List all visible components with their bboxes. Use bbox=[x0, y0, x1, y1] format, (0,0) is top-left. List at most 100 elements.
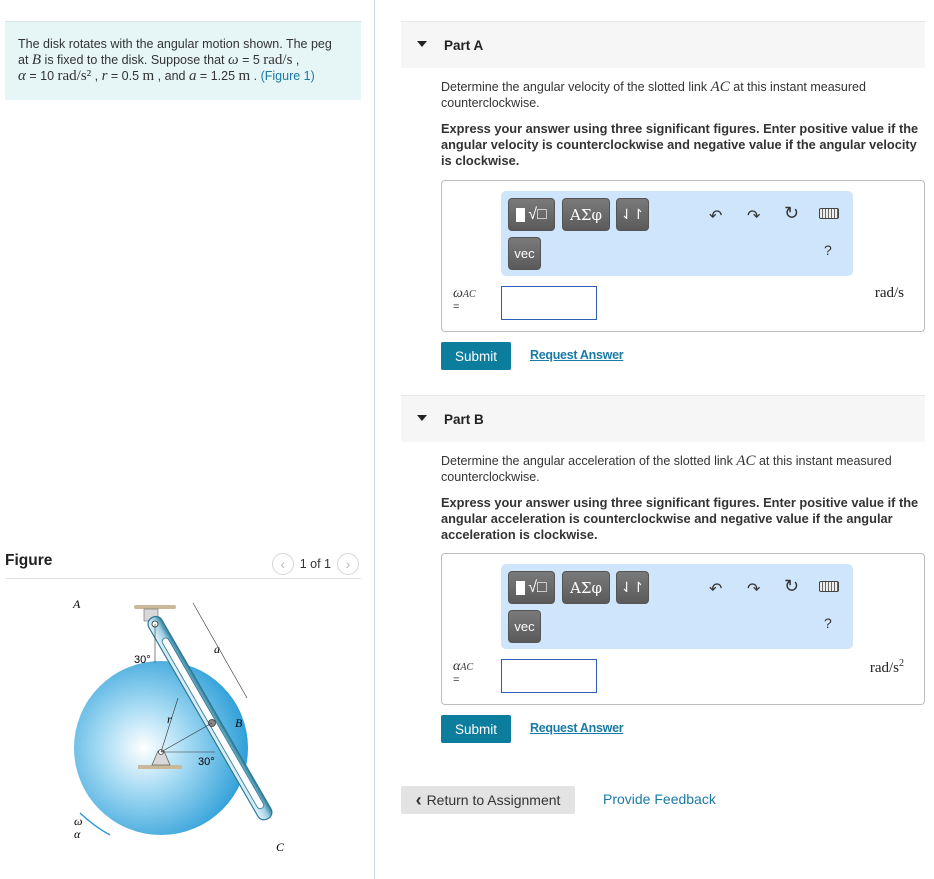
label-B: B bbox=[235, 716, 243, 730]
figure-header: Figure ‹ 1 of 1 › bbox=[5, 549, 361, 579]
return-label: Return to Assignment bbox=[426, 792, 561, 808]
collapse-triangle-icon bbox=[417, 415, 427, 421]
problem-text: , bbox=[292, 53, 300, 67]
root-icon: √□ bbox=[528, 205, 547, 223]
pager-text: 1 of 1 bbox=[299, 557, 331, 571]
greek-symbols-button[interactable]: ΑΣφ bbox=[562, 571, 610, 604]
part-b-header[interactable]: Part B bbox=[401, 395, 925, 442]
math-toolbar: √□ ΑΣφ ⇃↾ vec ↶ ↷ ↻ ? bbox=[501, 191, 853, 276]
problem-text: , and bbox=[154, 69, 189, 83]
answer-variable-label: ωAC = bbox=[453, 286, 476, 314]
problem-text: . bbox=[250, 69, 261, 83]
help-icon[interactable]: ? bbox=[824, 242, 832, 258]
part-a-request-answer-link[interactable]: Request Answer bbox=[530, 348, 624, 362]
part-b-instruction: Express your answer using three signific… bbox=[441, 495, 919, 542]
label-omega: ω bbox=[74, 814, 82, 828]
label-r: r bbox=[167, 712, 172, 726]
part-b-question: Determine the angular acceleration of th… bbox=[441, 453, 921, 485]
figure-link[interactable]: (Figure 1) bbox=[261, 69, 315, 83]
omega-value: = 5 bbox=[238, 53, 264, 67]
math-var-alpha: α bbox=[18, 68, 26, 84]
part-a-instruction: Express your answer using three signific… bbox=[441, 121, 919, 168]
part-a-question: Determine the angular velocity of the sl… bbox=[441, 79, 921, 111]
templates-button[interactable]: √□ bbox=[508, 571, 555, 604]
answer-variable-label: αAC = bbox=[453, 660, 474, 687]
r-value: = 0.5 bbox=[107, 69, 143, 83]
var-subscript: AC bbox=[460, 662, 474, 673]
r-unit: m bbox=[142, 68, 155, 84]
omega-unit: rad/s bbox=[263, 52, 293, 68]
equals-sign: = bbox=[453, 301, 460, 313]
problem-text: at bbox=[18, 53, 32, 67]
prev-figure-button[interactable]: ‹ bbox=[271, 553, 294, 575]
problem-text: The disk rotates with the angular motion… bbox=[18, 37, 332, 51]
question-text: Determine the angular acceleration of th… bbox=[441, 454, 737, 468]
undo-icon[interactable]: ↶ bbox=[709, 579, 722, 599]
equals-sign: = bbox=[453, 674, 460, 686]
alpha-unit: rad/s² bbox=[57, 68, 92, 84]
chevron-left-icon: ‹ bbox=[280, 556, 286, 572]
var-symbol: ω bbox=[453, 286, 463, 301]
math-toolbar: √□ ΑΣφ ⇃↾ vec ↶ ↷ ↻ ? bbox=[501, 564, 853, 649]
unit-exponent: 2 bbox=[899, 658, 904, 669]
problem-statement: The disk rotates with the angular motion… bbox=[5, 21, 361, 100]
part-a-header[interactable]: Part A bbox=[401, 21, 925, 68]
problem-text: is fixed to the disk. Suppose that bbox=[41, 53, 228, 67]
redo-icon[interactable]: ↷ bbox=[747, 206, 760, 226]
help-icon[interactable]: ? bbox=[824, 615, 832, 631]
part-a-title: Part A bbox=[444, 38, 484, 53]
part-a-answer-input[interactable] bbox=[501, 286, 597, 320]
arrows-button[interactable]: ⇃↾ bbox=[616, 571, 649, 604]
part-b-submit-button[interactable]: Submit bbox=[441, 715, 511, 743]
root-icon: √□ bbox=[528, 578, 547, 596]
part-b-answer-input[interactable] bbox=[501, 659, 597, 693]
math-var-omega: ω bbox=[228, 52, 239, 68]
label-A: A bbox=[72, 597, 81, 611]
redo-icon[interactable]: ↷ bbox=[747, 579, 760, 599]
reset-icon[interactable]: ↻ bbox=[784, 576, 799, 597]
label-angle-30-disk: 30° bbox=[198, 756, 215, 768]
part-a-submit-button[interactable]: Submit bbox=[441, 342, 511, 370]
chevron-right-icon: › bbox=[345, 556, 351, 572]
question-text: Determine the angular velocity of the sl… bbox=[441, 80, 711, 94]
part-b-request-answer-link[interactable]: Request Answer bbox=[530, 721, 624, 735]
arrows-button[interactable]: ⇃↾ bbox=[616, 198, 649, 231]
math-var-B: B bbox=[31, 52, 42, 68]
figure-title: Figure bbox=[5, 552, 53, 569]
keyboard-icon[interactable] bbox=[819, 208, 839, 219]
alpha-value: = 10 bbox=[25, 69, 58, 83]
reset-icon[interactable]: ↻ bbox=[784, 203, 799, 224]
templates-icon bbox=[516, 580, 526, 595]
part-b-unit: rad/s2 bbox=[870, 658, 904, 677]
figure-diagram: A B C a r 30° 30° ω α bbox=[72, 597, 285, 854]
label-C: C bbox=[276, 840, 285, 854]
provide-feedback-link[interactable]: Provide Feedback bbox=[603, 791, 716, 807]
label-alpha: α bbox=[74, 827, 81, 841]
part-a-answer-box: √□ ΑΣφ ⇃↾ vec ↶ ↷ ↻ ? ωAC = rad/s bbox=[441, 180, 925, 332]
greek-symbols-button[interactable]: ΑΣφ bbox=[562, 198, 610, 231]
math-var-AC: AC bbox=[710, 79, 730, 95]
label-angle-30-top: 30° bbox=[134, 654, 151, 666]
part-b-title: Part B bbox=[444, 412, 484, 427]
return-to-assignment-button[interactable]: ‹ Return to Assignment bbox=[401, 786, 575, 814]
vector-button[interactable]: vec bbox=[508, 237, 541, 270]
label-a: a bbox=[214, 642, 220, 656]
templates-icon bbox=[516, 207, 526, 222]
vector-button[interactable]: vec bbox=[508, 610, 541, 643]
problem-text: , bbox=[91, 69, 102, 83]
figure-pager: ‹ 1 of 1 › bbox=[271, 553, 359, 575]
part-a-unit: rad/s bbox=[874, 285, 904, 301]
unit-base: rad/s bbox=[869, 660, 899, 676]
var-subscript: AC bbox=[462, 289, 476, 300]
a-value: = 1.25 bbox=[196, 69, 239, 83]
next-figure-button[interactable]: › bbox=[337, 553, 359, 575]
a-unit: m bbox=[238, 68, 251, 84]
math-var-AC: AC bbox=[736, 453, 756, 469]
column-divider bbox=[374, 0, 375, 879]
collapse-triangle-icon bbox=[417, 41, 427, 47]
keyboard-icon[interactable] bbox=[819, 581, 839, 592]
templates-button[interactable]: √□ bbox=[508, 198, 555, 231]
undo-icon[interactable]: ↶ bbox=[709, 206, 722, 226]
part-b-answer-box: √□ ΑΣφ ⇃↾ vec ↶ ↷ ↻ ? αAC = rad/s2 bbox=[441, 553, 925, 705]
chevron-left-icon: ‹ bbox=[415, 790, 422, 810]
